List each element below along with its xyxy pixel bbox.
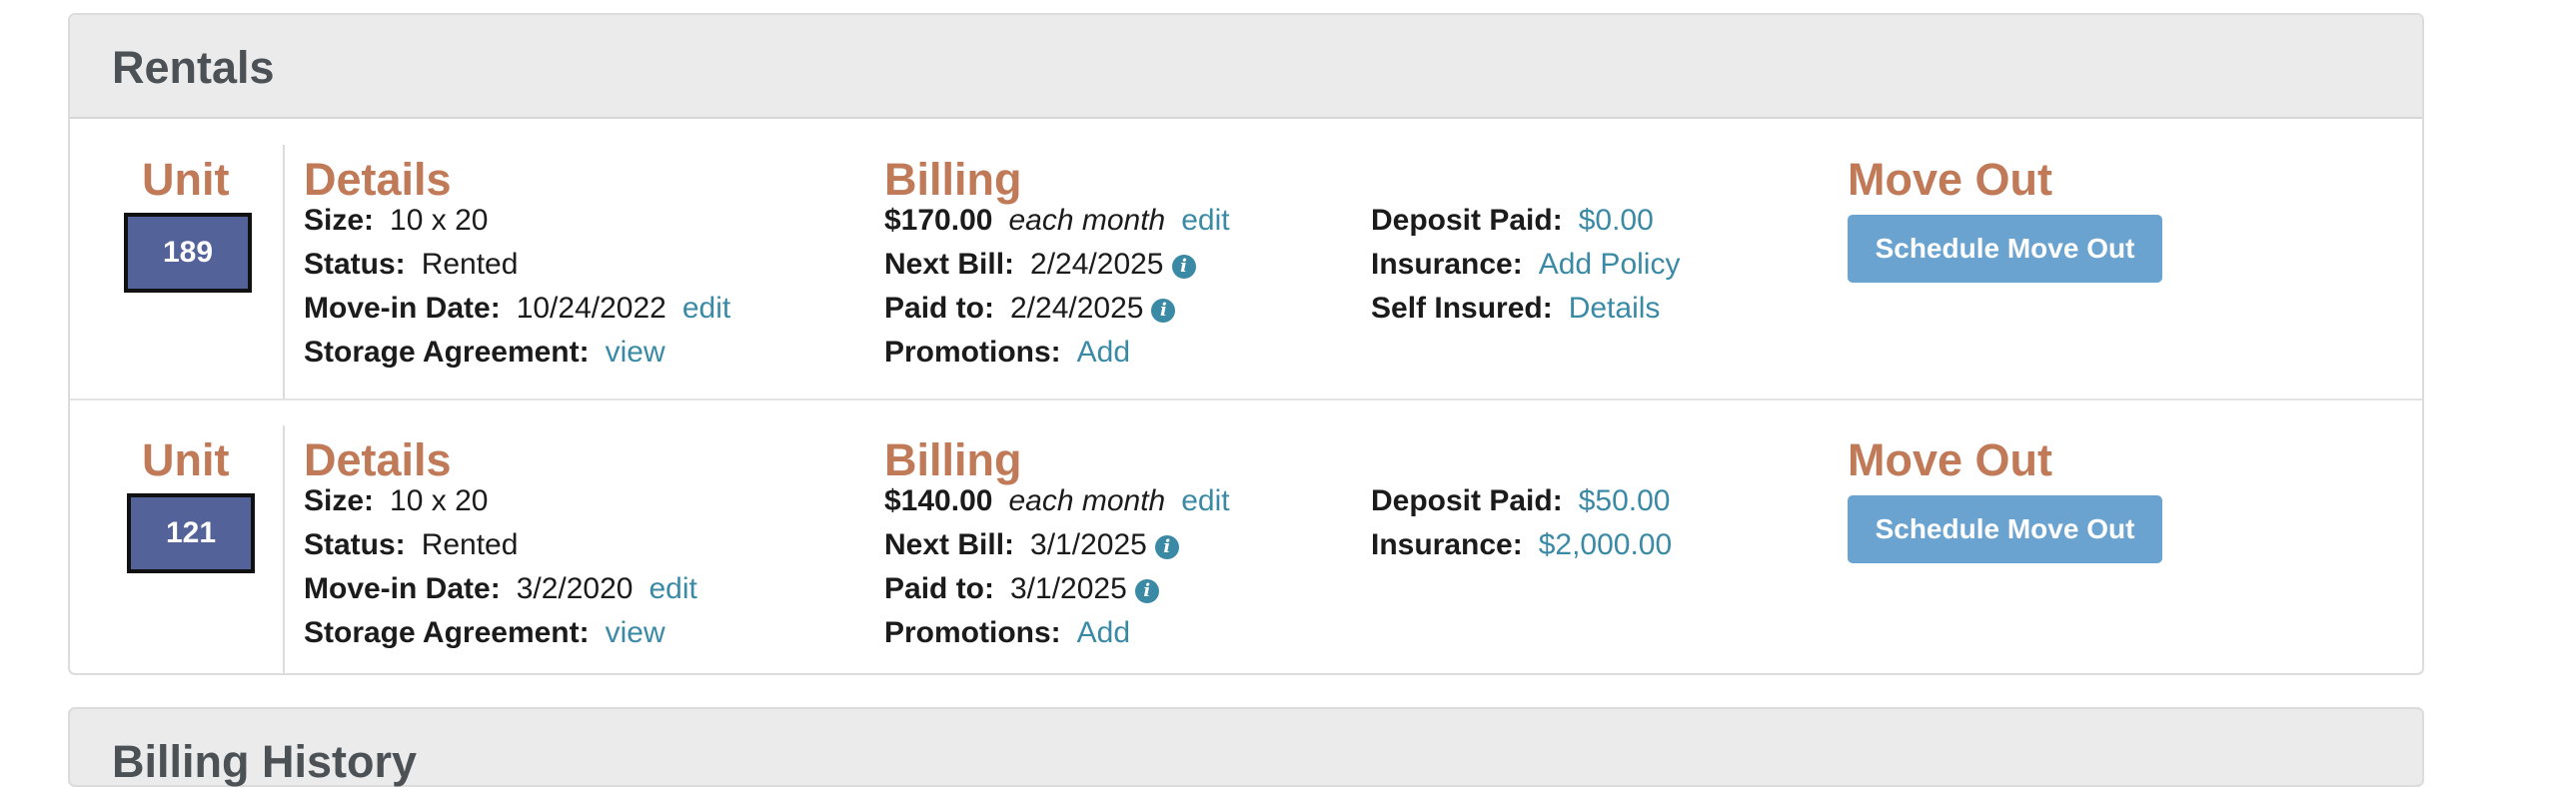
self-insured-line: Self Insured: Details (1371, 287, 1660, 331)
move-in-edit-link[interactable]: edit (682, 292, 730, 325)
promotions-line: Promotions: Add (884, 611, 1130, 655)
info-icon[interactable]: i (1154, 535, 1179, 559)
paid-to-value: 2/24/2025 (1010, 292, 1144, 325)
next-bill-label: Next Bill: (884, 528, 1015, 561)
status-value: Rented (421, 248, 519, 281)
insurance-line: Insurance: $2,000.00 (1371, 523, 1672, 567)
size-value: 10 x 20 (390, 204, 489, 237)
insurance-line: Insurance: Add Policy (1371, 243, 1680, 287)
size-line: Size: 10 x 20 (304, 199, 488, 243)
rate-period: each month (1008, 204, 1166, 237)
rate-period: each month (1008, 484, 1166, 517)
rate-value: $170.00 (884, 204, 993, 237)
next-bill-line: Next Bill: 2/24/2025 i (884, 243, 1196, 287)
rental-row-189: Unit 189 Details Size: 10 x 20 Status: Ren… (70, 119, 2422, 399)
rate-line: $140.00 each month edit (884, 479, 1230, 523)
rentals-panel-title: Rentals (112, 42, 275, 93)
paid-to-value: 3/1/2025 (1010, 572, 1127, 605)
move-in-label: Move-in Date: (304, 292, 501, 325)
rentals-panel-header: Rentals (70, 15, 2422, 119)
next-bill-value: 3/1/2025 (1030, 528, 1147, 561)
billing-heading: Billing (884, 434, 1022, 485)
next-bill-value: 2/24/2025 (1030, 248, 1164, 281)
storage-agreement-view-link[interactable]: view (606, 336, 665, 369)
storage-agreement-line: Storage Agreement: view (304, 331, 665, 375)
move-in-value: 3/2/2020 (516, 572, 634, 605)
move-in-line: Move-in Date: 3/2/2020 edit (304, 567, 697, 611)
move-out-heading: Move Out (1848, 434, 2053, 485)
status-line: Status: Rented (304, 243, 518, 287)
insurance-value-link[interactable]: $2,000.00 (1539, 528, 1672, 561)
storage-agreement-label: Storage Agreement: (304, 336, 590, 369)
deposit-label: Deposit Paid: (1371, 204, 1563, 237)
move-in-value: 10/24/2022 (516, 292, 666, 325)
size-value: 10 x 20 (390, 484, 489, 517)
promotions-add-link[interactable]: Add (1077, 336, 1130, 369)
rentals-panel: Rentals Unit 189 Details Size: 10 x 20 St… (68, 13, 2424, 675)
schedule-move-out-button[interactable]: Schedule Move Out (1848, 495, 2162, 563)
billing-heading: Billing (884, 154, 1022, 205)
insurance-label: Insurance: (1371, 248, 1523, 281)
billing-history-title: Billing History (112, 736, 418, 787)
status-line: Status: Rented (304, 523, 518, 567)
self-insured-label: Self Insured: (1371, 292, 1553, 325)
rate-edit-link[interactable]: edit (1181, 204, 1229, 237)
size-label: Size: (304, 484, 375, 517)
insurance-label: Insurance: (1371, 528, 1523, 561)
move-in-edit-link[interactable]: edit (648, 572, 696, 605)
deposit-label: Deposit Paid: (1371, 484, 1563, 517)
move-in-line: Move-in Date: 10/24/2022 edit (304, 287, 730, 331)
paid-to-line: Paid to: 2/24/2025 i (884, 287, 1176, 331)
move-in-label: Move-in Date: (304, 572, 501, 605)
storage-agreement-view-link[interactable]: view (606, 616, 665, 649)
rate-value: $140.00 (884, 484, 993, 517)
unit-heading: Unit (142, 154, 230, 205)
next-bill-label: Next Bill: (884, 248, 1015, 281)
details-heading: Details (304, 434, 452, 485)
promotions-label: Promotions: (884, 616, 1061, 649)
size-label: Size: (304, 204, 375, 237)
storage-agreement-line: Storage Agreement: view (304, 611, 665, 655)
deposit-value-link[interactable]: $0.00 (1579, 204, 1654, 237)
status-label: Status: (304, 528, 406, 561)
insurance-add-policy-link[interactable]: Add Policy (1539, 248, 1681, 281)
rate-line: $170.00 each month edit (884, 199, 1230, 243)
column-divider (283, 425, 285, 673)
unit-heading: Unit (142, 434, 230, 485)
rental-row-121: Unit 121 Details Size: 10 x 20 Status: Ren… (70, 399, 2422, 673)
info-icon[interactable]: i (1134, 579, 1159, 603)
promotions-label: Promotions: (884, 336, 1061, 369)
paid-to-label: Paid to: (884, 572, 994, 605)
promotions-line: Promotions: Add (884, 331, 1130, 375)
column-divider (283, 145, 285, 399)
unit-number-badge[interactable]: 121 (127, 493, 255, 573)
move-out-heading: Move Out (1848, 154, 2053, 205)
paid-to-label: Paid to: (884, 292, 994, 325)
details-heading: Details (304, 154, 452, 205)
size-line: Size: 10 x 20 (304, 479, 488, 523)
status-value: Rented (421, 528, 519, 561)
unit-number-badge[interactable]: 189 (124, 213, 252, 293)
deposit-value-link[interactable]: $50.00 (1579, 484, 1671, 517)
info-icon[interactable]: i (1171, 255, 1196, 279)
rate-edit-link[interactable]: edit (1181, 484, 1229, 517)
schedule-move-out-button[interactable]: Schedule Move Out (1848, 215, 2162, 283)
next-bill-line: Next Bill: 3/1/2025 i (884, 523, 1179, 567)
promotions-add-link[interactable]: Add (1077, 616, 1130, 649)
paid-to-line: Paid to: 3/1/2025 i (884, 567, 1159, 611)
billing-history-panel: Billing History (68, 707, 2424, 787)
storage-agreement-label: Storage Agreement: (304, 616, 590, 649)
self-insured-details-link[interactable]: Details (1569, 292, 1661, 325)
status-label: Status: (304, 248, 406, 281)
deposit-line: Deposit Paid: $0.00 (1371, 199, 1654, 243)
deposit-line: Deposit Paid: $50.00 (1371, 479, 1670, 523)
info-icon[interactable]: i (1151, 299, 1176, 323)
